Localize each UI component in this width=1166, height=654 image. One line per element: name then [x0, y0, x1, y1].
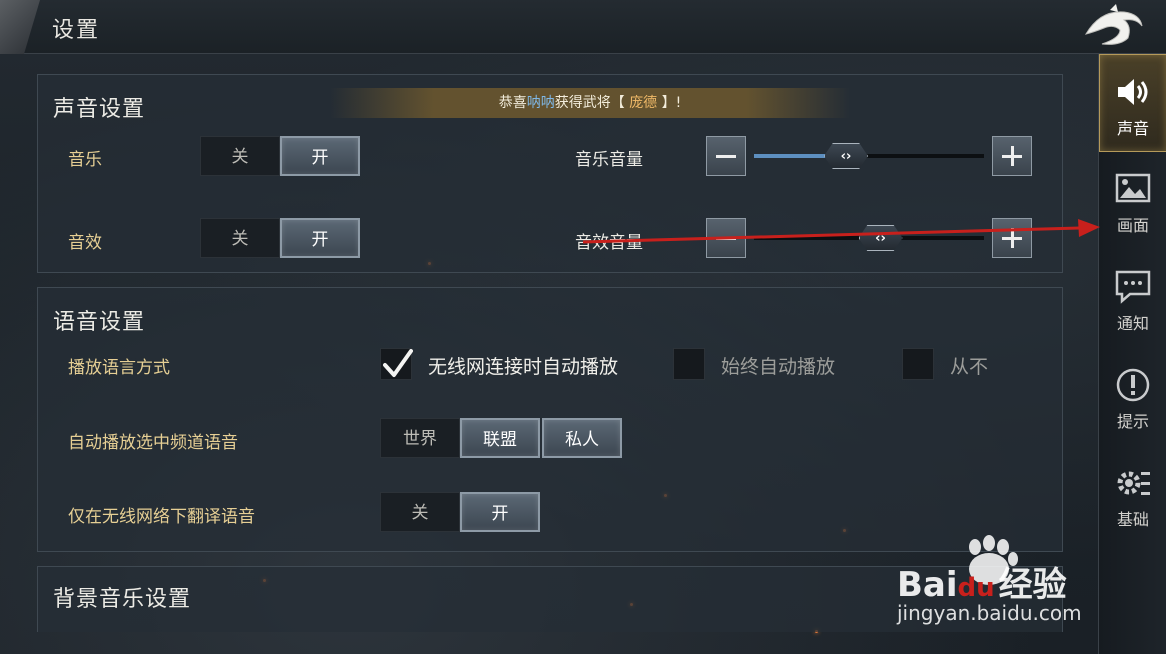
- always-autoplay-label: 始终自动播放: [721, 356, 836, 378]
- exclamation-icon: [1116, 368, 1150, 402]
- voice-settings-title: 语音设置: [53, 310, 146, 335]
- nav-label-basic: 基础: [1116, 510, 1149, 529]
- back-button[interactable]: [1080, 4, 1146, 50]
- watermark-jingyan: 经验: [998, 565, 1067, 605]
- system-announcement-banner: 恭喜呐呐获得武将【 庞德 】!: [330, 88, 850, 118]
- top-bar: 设置: [0, 0, 1166, 54]
- bgm-settings-title: 背景音乐设置: [53, 587, 192, 612]
- watermark-bai: Bai: [897, 565, 958, 605]
- channel-world-button[interactable]: 世界: [380, 418, 460, 458]
- channel-alliance-button[interactable]: 联盟: [460, 418, 540, 458]
- nav-item-tips[interactable]: 提示: [1099, 348, 1166, 446]
- watermark-du: du: [957, 573, 995, 603]
- music-volume-decrease-button[interactable]: [706, 136, 746, 176]
- sound-settings-title: 声音设置: [53, 97, 146, 122]
- nav-label-notifications: 通知: [1116, 314, 1149, 333]
- sfx-volume-handle[interactable]: ‹›: [858, 225, 903, 251]
- translate-wifi-on-button[interactable]: 开: [460, 492, 540, 532]
- music-toggle: 关 开: [200, 136, 360, 176]
- translate-wifi-toggle: 关 开: [380, 492, 540, 532]
- watermark-url: jingyan.baidu.com: [897, 601, 1082, 625]
- translate-wifi-label: 仅在无线网络下翻译语音: [68, 507, 255, 527]
- checkmark-icon: [383, 349, 413, 377]
- settings-category-nav: 声音 画面 通知 提示 基础: [1098, 54, 1166, 654]
- minus-icon: [716, 237, 736, 240]
- sfx-volume-decrease-button[interactable]: [706, 218, 746, 258]
- nav-item-sound[interactable]: 声音: [1099, 54, 1166, 152]
- auto-channel-selector: 世界 联盟 私人: [380, 418, 622, 458]
- sfx-on-button[interactable]: 开: [280, 218, 360, 258]
- dragon-back-icon: [1084, 4, 1143, 45]
- music-volume-increase-button[interactable]: [992, 136, 1032, 176]
- page-title: 设置: [52, 18, 101, 43]
- nav-label-tips: 提示: [1116, 412, 1149, 431]
- minus-icon: [716, 155, 736, 158]
- music-volume-slider[interactable]: [754, 154, 984, 158]
- never-autoplay-label: 从不: [950, 356, 989, 378]
- music-off-button[interactable]: 关: [200, 136, 280, 176]
- speaker-icon: [1118, 79, 1148, 105]
- nav-label-graphics: 画面: [1116, 216, 1149, 235]
- nav-item-notifications[interactable]: 通知: [1099, 250, 1166, 348]
- wifi-autoplay-checkbox[interactable]: [380, 348, 413, 380]
- sfx-volume-increase-button[interactable]: [992, 218, 1032, 258]
- picture-icon: [1115, 173, 1151, 203]
- music-volume-label: 音乐音量: [575, 150, 643, 170]
- nav-item-graphics[interactable]: 画面: [1099, 152, 1166, 250]
- sfx-volume-label: 音效音量: [575, 233, 643, 253]
- banner-prefix: 恭喜: [498, 95, 527, 111]
- banner-general-name: 庞德: [629, 95, 658, 111]
- nav-item-basic[interactable]: 基础: [1099, 446, 1166, 544]
- music-label: 音乐: [68, 150, 102, 170]
- baidu-jingyan-watermark: Baidu 经验 jingyan.baidu.com: [893, 535, 1108, 630]
- auto-channel-label: 自动播放选中频道语音: [68, 433, 238, 453]
- always-autoplay-checkbox[interactable]: [673, 348, 705, 380]
- never-autoplay-checkbox[interactable]: [902, 348, 934, 380]
- chat-icon: [1115, 270, 1151, 304]
- banner-middle: 获得武将【: [554, 95, 625, 111]
- translate-wifi-off-button[interactable]: 关: [380, 492, 460, 532]
- dragon-corner-ornament: [0, 0, 40, 54]
- banner-suffix: 】!: [661, 95, 682, 111]
- music-on-button[interactable]: 开: [280, 136, 360, 176]
- music-volume-handle[interactable]: ‹›: [824, 143, 868, 169]
- wifi-autoplay-label: 无线网连接时自动播放: [428, 356, 619, 378]
- banner-player-name: 呐呐: [526, 95, 555, 111]
- sfx-toggle: 关 开: [200, 218, 360, 258]
- play-mode-label: 播放语言方式: [68, 358, 170, 378]
- channel-private-button[interactable]: 私人: [542, 418, 622, 458]
- nav-label-sound: 声音: [1116, 119, 1149, 138]
- sfx-off-button[interactable]: 关: [200, 218, 280, 258]
- sfx-label: 音效: [68, 233, 102, 253]
- gear-icon: [1117, 471, 1150, 495]
